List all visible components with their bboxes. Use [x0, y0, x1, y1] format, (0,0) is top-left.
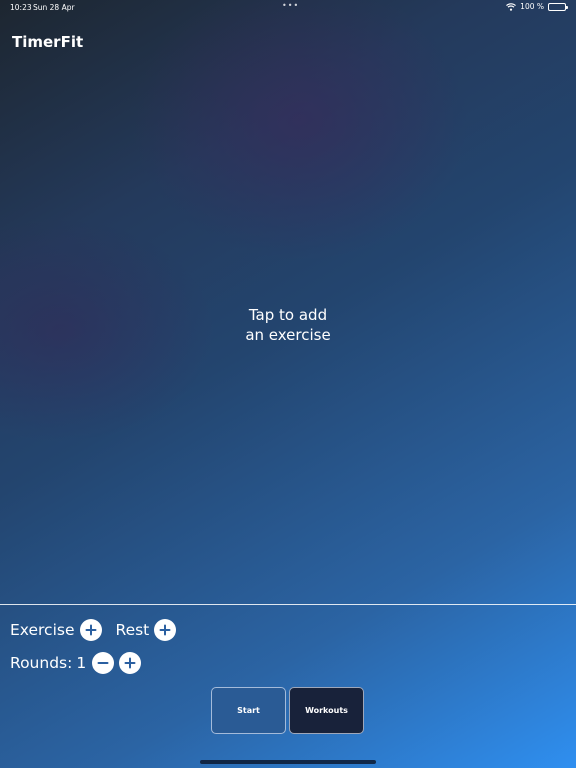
increase-rounds-button[interactable] — [119, 652, 142, 674]
add-exercise-button[interactable] — [79, 619, 102, 641]
status-right: 100 % — [506, 2, 568, 11]
decrease-rounds-button[interactable] — [92, 652, 115, 674]
status-time: 10:23 — [10, 3, 32, 12]
plus-icon — [85, 624, 96, 636]
rounds-label: Rounds: — [10, 654, 73, 672]
plus-icon — [159, 624, 171, 636]
rounds-row: Rounds: 1 — [10, 652, 142, 674]
divider — [0, 604, 576, 605]
plus-icon — [124, 657, 136, 669]
add-exercise-area[interactable]: Tap to add an exercise — [188, 305, 388, 345]
battery-icon — [548, 2, 568, 11]
empty-state-line-2: an exercise — [245, 326, 331, 344]
app-title: TimerFit — [12, 33, 84, 51]
exercise-label: Exercise — [10, 621, 75, 639]
status-date: Sun 28 Apr — [33, 3, 75, 12]
start-button[interactable]: Start — [211, 687, 286, 734]
add-controls-row: Exercise Rest — [10, 619, 177, 641]
battery-percentage: 100 % — [520, 2, 544, 11]
status-bar: 10:23 Sun 28 Apr ••• 100 % — [0, 0, 576, 14]
wifi-icon — [506, 2, 517, 11]
rest-label: Rest — [115, 621, 150, 639]
add-rest-button[interactable] — [154, 619, 177, 641]
workouts-button[interactable]: Workouts — [289, 687, 364, 734]
multitasking-dots-icon[interactable]: ••• — [282, 1, 299, 10]
empty-state-line-1: Tap to add — [248, 306, 328, 324]
home-indicator — [200, 760, 376, 764]
rounds-value: 1 — [76, 654, 87, 672]
minus-icon — [97, 662, 109, 664]
